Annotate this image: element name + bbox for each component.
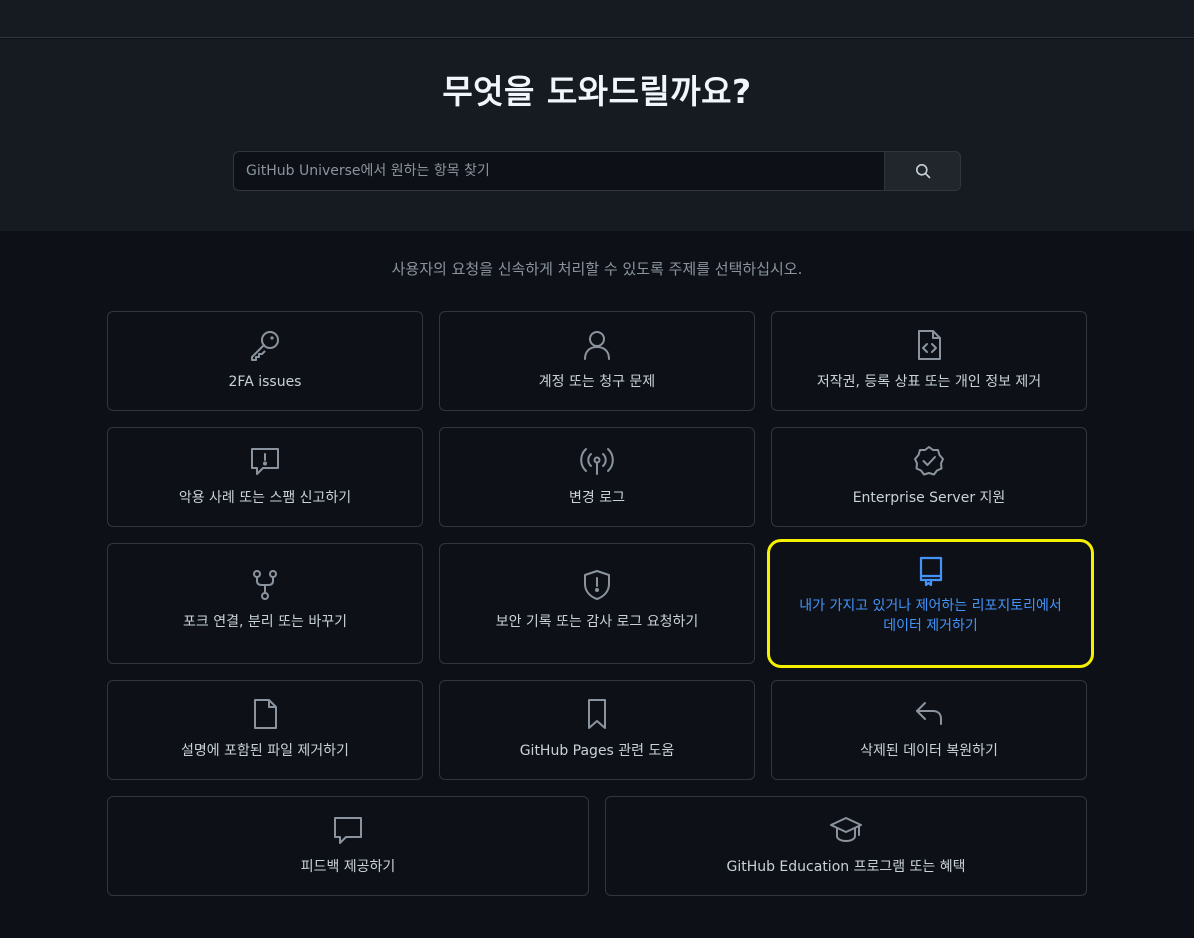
card-label: 2FA issues bbox=[228, 374, 302, 390]
card-security-audit-log[interactable]: 보안 기록 또는 감사 로그 요청하기 bbox=[439, 543, 755, 664]
search-bar bbox=[233, 151, 961, 191]
card-remove-repo-data[interactable]: 내가 가지고 있거나 제어하는 리포지토리에서 데이터 제거하기 bbox=[767, 539, 1094, 668]
card-remove-file[interactable]: 설명에 포함된 파일 제거하기 bbox=[107, 680, 423, 780]
report-icon bbox=[248, 444, 282, 478]
file-code-icon bbox=[912, 328, 946, 362]
reply-icon bbox=[912, 697, 946, 731]
card-label: Enterprise Server 지원 bbox=[852, 490, 1006, 506]
search-button[interactable] bbox=[885, 151, 961, 191]
hero-section: 무엇을 도와드릴까요? bbox=[0, 39, 1194, 231]
broadcast-icon bbox=[580, 444, 614, 478]
card-report-abuse[interactable]: 악용 사례 또는 스팸 신고하기 bbox=[107, 427, 423, 527]
card-account-billing[interactable]: 계정 또는 청구 문제 bbox=[439, 311, 755, 411]
card-label-line-2: 데이터 제거하기 bbox=[883, 618, 978, 634]
card-label: 악용 사례 또는 스팸 신고하기 bbox=[178, 490, 352, 506]
card-github-education[interactable]: GitHub Education 프로그램 또는 혜택 bbox=[605, 796, 1087, 896]
card-label: 설명에 포함된 파일 제거하기 bbox=[181, 743, 349, 759]
card-label: 내가 가지고 있거나 제어하는 리포지토리에서 데이터 제거하기 bbox=[787, 596, 1074, 636]
topic-prompt: 사용자의 요청을 신속하게 처리할 수 있도록 주제를 선택하십시오. bbox=[391, 260, 803, 278]
card-copyright-removal[interactable]: 저작권, 등록 상표 또는 개인 정보 제거 bbox=[771, 311, 1087, 411]
file-icon bbox=[248, 697, 282, 731]
card-label: 삭제된 데이터 복원하기 bbox=[860, 743, 998, 759]
card-enterprise-server[interactable]: Enterprise Server 지원 bbox=[771, 427, 1087, 527]
card-github-pages[interactable]: GitHub Pages 관련 도움 bbox=[439, 680, 755, 780]
card-label: 피드백 제공하기 bbox=[300, 859, 396, 875]
mortar-board-icon bbox=[829, 813, 863, 847]
comment-icon bbox=[331, 813, 365, 847]
top-navigation-bar bbox=[0, 0, 1194, 38]
card-label: 보안 기록 또는 감사 로그 요청하기 bbox=[495, 614, 699, 630]
card-label: 변경 로그 bbox=[569, 490, 625, 506]
verified-icon bbox=[912, 444, 946, 478]
card-label-line-1: 내가 가지고 있거나 제어하는 리포지토리에서 bbox=[799, 598, 1062, 614]
search-input[interactable] bbox=[233, 151, 885, 191]
page-title: 무엇을 도와드릴까요? bbox=[442, 72, 752, 111]
card-2fa-issues[interactable]: 2FA issues bbox=[107, 311, 423, 411]
card-feedback[interactable]: 피드백 제공하기 bbox=[107, 796, 589, 896]
card-label: 저작권, 등록 상표 또는 개인 정보 제거 bbox=[816, 374, 1042, 390]
card-label: 계정 또는 청구 문제 bbox=[538, 374, 656, 390]
repo-icon bbox=[914, 554, 948, 588]
card-fork-management[interactable]: 포크 연결, 분리 또는 바꾸기 bbox=[107, 543, 423, 664]
card-label: GitHub Pages 관련 도움 bbox=[519, 743, 675, 759]
key-icon bbox=[248, 328, 282, 362]
card-restore-data[interactable]: 삭제된 데이터 복원하기 bbox=[771, 680, 1087, 780]
repo-forked-icon bbox=[248, 568, 282, 602]
card-changelog[interactable]: 변경 로그 bbox=[439, 427, 755, 527]
person-icon bbox=[580, 328, 614, 362]
bookmark-icon bbox=[580, 697, 614, 731]
card-label: GitHub Education 프로그램 또는 혜택 bbox=[726, 859, 966, 875]
shield-alert-icon bbox=[580, 568, 614, 602]
search-icon bbox=[915, 163, 931, 179]
card-label: 포크 연결, 분리 또는 바꾸기 bbox=[183, 614, 347, 630]
